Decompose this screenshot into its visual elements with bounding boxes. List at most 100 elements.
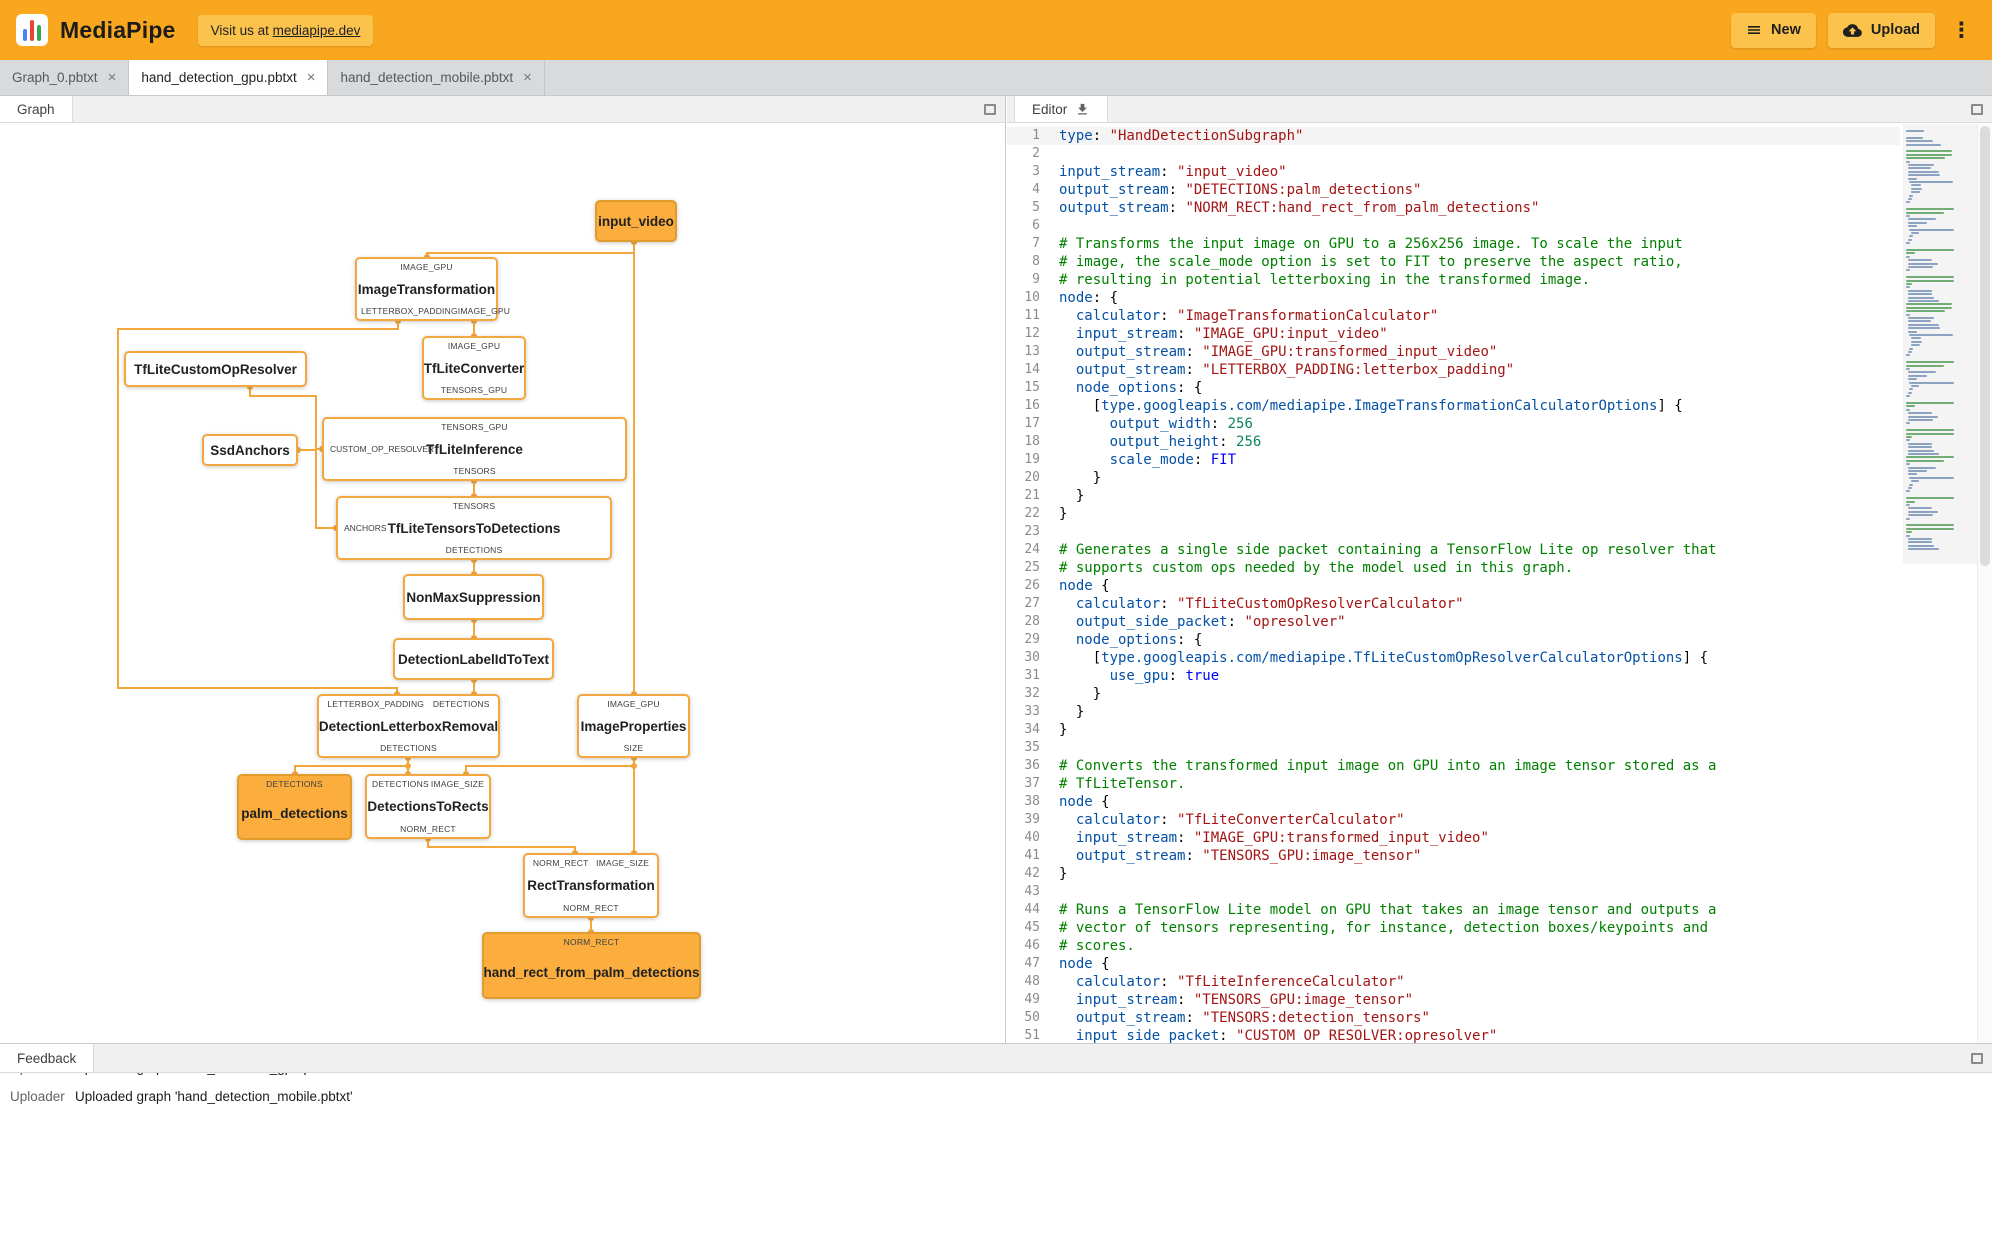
code-line[interactable]: 2 [1007,145,1900,163]
graph-node-ImageProperties[interactable]: IMAGE_GPU ImageProperties SIZE [577,694,690,758]
code-line[interactable]: 16 [type.googleapis.com/mediapipe.ImageT… [1007,397,1900,415]
minimap-bar [1907,262,1938,265]
code-line[interactable]: 47 node { [1007,955,1900,973]
code-line[interactable]: 23 [1007,523,1900,541]
code-line[interactable]: 42} [1007,865,1900,883]
code-line[interactable]: 22} [1007,505,1900,523]
code-line[interactable]: 48 calculator: "TfLiteInferenceCalculato… [1007,973,1900,991]
code-line[interactable]: 26 node { [1007,577,1900,595]
graph-node-TfLiteTensorsToDetections[interactable]: TENSORS TfLiteTensorsToDetections DETECTIO… [336,496,612,560]
file-tab[interactable]: Graph_0.pbtxt × [0,60,130,95]
code-text: # Generates a single side packet contain… [1059,542,1717,558]
line-number: 32 [1024,686,1040,701]
code-line[interactable]: 33 } [1007,703,1900,721]
code-line[interactable]: 35 [1007,739,1900,757]
code-line[interactable]: 6 [1007,217,1900,235]
code-area[interactable]: 1 type: "HandDetectionSubgraph" 2 3 input_st… [1007,124,1900,1043]
graph-node-TfLiteConverter[interactable]: IMAGE_GPU TfLiteConverter TENSORS_GPU [422,336,526,400]
code-line[interactable]: 38 node { [1007,793,1900,811]
graph-node-TfLiteInference[interactable]: TENSORS_GPU TfLiteInference TENSORS CUSTOM_… [322,417,627,481]
code-line[interactable]: 25 # supports custom ops needed by the mo… [1007,559,1900,577]
tab-feedback[interactable]: Feedback [0,1044,95,1072]
code-line[interactable]: 32 } [1007,685,1900,703]
graph-node-DetectionsToRects[interactable]: DETECTIONS IMAGE_SIZE DetectionsToRects NOR… [365,774,491,839]
graph-node-SsdAnchors[interactable]: SsdAnchors [202,434,298,466]
graph-node-hand_rect_from_palm_detections[interactable]: NORM_RECT hand_rect_from_palm_detections [482,932,701,999]
code-line[interactable]: 9 # resulting in potential letterboxing i… [1007,271,1900,289]
graph-canvas[interactable]: input_video IMAGE_GPU ImageTransformation L… [0,124,1005,1043]
code-line[interactable]: 30 [type.googleapis.com/mediapipe.TfLite… [1007,649,1900,667]
code-line[interactable]: 37 # TfLiteTensor. [1007,775,1900,793]
node-name: RectTransformation [527,878,655,893]
kebab-menu-icon[interactable]: ⋮ [1947,18,1976,42]
code-line[interactable]: 51 input_side_packet: "CUSTOM_OP_RESOLVE… [1007,1027,1900,1043]
graph-node-palm_detections[interactable]: DETECTIONS palm_detections [237,774,352,840]
maximize-feedback-icon[interactable] [1971,1053,1983,1064]
upload-button[interactable]: Upload [1827,12,1935,48]
file-tab-bar: Graph_0.pbtxt × hand_detection_gpu.pbtxt × h… [0,60,1992,96]
code-line[interactable]: 11 calculator: "ImageTransformationCalcu… [1007,307,1900,325]
line-number: 29 [1024,632,1040,647]
code-line[interactable]: 20 } [1007,469,1900,487]
code-line[interactable]: 15 node_options: { [1007,379,1900,397]
close-tab-icon[interactable]: × [523,70,532,85]
code-line[interactable]: 34} [1007,721,1900,739]
code-line[interactable]: 36 # Converts the transformed input image… [1007,757,1900,775]
code-line[interactable]: 31 use_gpu: true [1007,667,1900,685]
node-name: DetectionLabelIdToText [398,651,550,667]
file-tab[interactable]: hand_detection_mobile.pbtxt × [328,60,545,95]
new-button[interactable]: New [1731,12,1816,48]
code-line[interactable]: 41 output_stream: "TENSORS_GPU:image_ten… [1007,847,1900,865]
visit-link[interactable]: mediapipe.dev [273,23,361,38]
line-number: 27 [1024,596,1040,611]
editor-scrollbar-thumb[interactable] [1980,126,1990,566]
code-line[interactable]: 4 output_stream: "DETECTIONS:palm_detecti… [1007,181,1900,199]
code-line[interactable]: 3 input_stream: "input_video" [1007,163,1900,181]
tab-editor[interactable]: Editor [1014,96,1109,122]
code-line[interactable]: 49 input_stream: "TENSORS_GPU:image_tens… [1007,991,1900,1009]
code-line[interactable]: 27 calculator: "TfLiteCustomOpResolverCa… [1007,595,1900,613]
cloud-upload-icon [1842,23,1862,37]
graph-node-NonMaxSuppression[interactable]: NonMaxSuppression [403,574,544,620]
minimap-bar [1906,432,1954,435]
graph-node-DetectionLetterboxRemoval[interactable]: LETTERBOX_PADDING DETECTIONS DetectionLett… [317,694,500,758]
code-line[interactable]: 18 output_height: 256 [1007,433,1900,451]
graph-node-ImageTransformation[interactable]: IMAGE_GPU ImageTransformation LETTERBOX_PA… [355,257,510,321]
code-line[interactable]: 17 output_width: 256 [1007,415,1900,433]
code-line[interactable]: 7 # Transforms the input image on GPU to … [1007,235,1900,253]
graph-node-input_video[interactable]: input_video [595,200,677,242]
code-line[interactable]: 43 [1007,883,1900,901]
graph-node-TfLiteCustomOpResolver[interactable]: TfLiteCustomOpResolver [124,351,307,387]
file-tab[interactable]: hand_detection_gpu.pbtxt × [129,60,329,95]
graph-node-RectTransformation[interactable]: NORM_RECT IMAGE_SIZE RectTransformation NOR… [523,853,659,918]
code-line[interactable]: 1 type: "HandDetectionSubgraph" [1007,127,1900,145]
code-line[interactable]: 44 # Runs a TensorFlow Lite model on GPU … [1007,901,1900,919]
code-line[interactable]: 21 } [1007,487,1900,505]
close-tab-icon[interactable]: × [108,70,117,85]
code-line[interactable]: 45 # vector of tensors representing, for … [1007,919,1900,937]
code-line[interactable]: 24 # Generates a single side packet conta… [1007,541,1900,559]
close-tab-icon[interactable]: × [307,70,316,85]
tab-graph[interactable]: Graph [0,96,73,122]
line-number: 9 [1032,272,1040,287]
code-line[interactable]: 29 node_options: { [1007,631,1900,649]
code-line[interactable]: 8 # image, the scale_mode option is set t… [1007,253,1900,271]
code-line[interactable]: 5 output_stream: "NORM_RECT:hand_rect_fro… [1007,199,1900,217]
graph-node-DetectionLabelIdToText[interactable]: DetectionLabelIdToText [393,638,554,680]
code-line[interactable]: 14 output_stream: "LETTERBOX_PADDING:let… [1007,361,1900,379]
code-line[interactable]: 39 calculator: "TfLiteConverterCalculato… [1007,811,1900,829]
code-line[interactable]: 50 output_stream: "TENSORS:detection_ten… [1007,1009,1900,1027]
code-line[interactable]: 12 input_stream: "IMAGE_GPU:input_video" [1007,325,1900,343]
maximize-graph-icon[interactable] [984,104,996,115]
code-line[interactable]: 10 node: { [1007,289,1900,307]
code-line[interactable]: 28 output_side_packet: "opresolver" [1007,613,1900,631]
editor-scrollbar[interactable] [1977,124,1992,1043]
code-line[interactable]: 13 output_stream: "IMAGE_GPU:transformed… [1007,343,1900,361]
minimap[interactable] [1903,124,1977,1043]
download-icon[interactable] [1075,102,1090,117]
minimap-bar [1906,402,1955,404]
code-line[interactable]: 40 input_stream: "IMAGE_GPU:transformed_… [1007,829,1900,847]
code-line[interactable]: 46 # scores. [1007,937,1900,955]
code-line[interactable]: 19 scale_mode: FIT [1007,451,1900,469]
maximize-editor-icon[interactable] [1971,104,1983,115]
